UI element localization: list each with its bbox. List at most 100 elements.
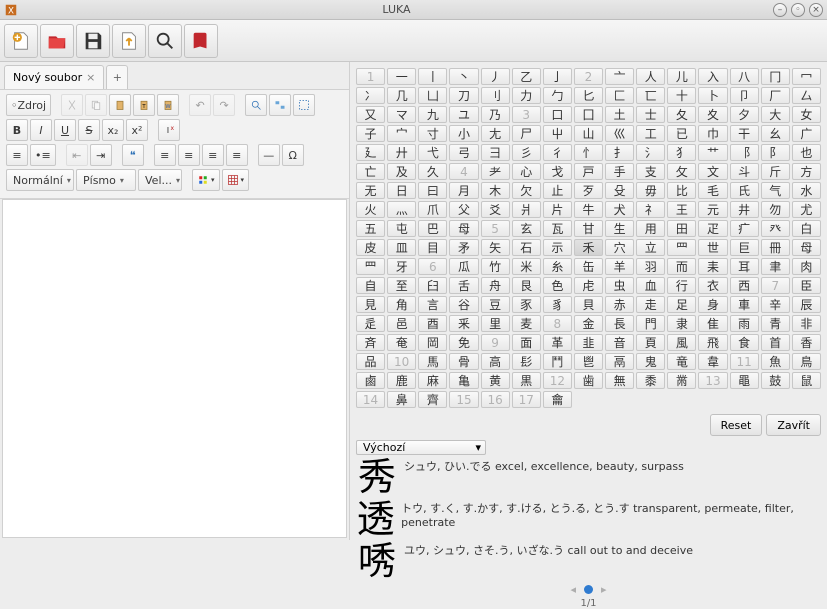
radical-cell[interactable]: 豆 <box>481 296 510 313</box>
radical-cell[interactable]: 广 <box>792 125 821 142</box>
radical-cell[interactable]: 雨 <box>730 315 759 332</box>
stroke-count-cell[interactable]: 1 <box>356 68 385 85</box>
radical-cell[interactable]: 車 <box>730 296 759 313</box>
radical-cell[interactable]: 頁 <box>636 334 665 351</box>
radical-cell[interactable]: 子 <box>356 125 385 142</box>
search-button[interactable] <box>148 24 182 58</box>
radical-cell[interactable]: 革 <box>543 334 572 351</box>
radical-cell[interactable]: 足 <box>667 296 696 313</box>
radical-cell[interactable]: 气 <box>761 182 790 199</box>
radical-cell[interactable]: 丶 <box>449 68 478 85</box>
radical-cell[interactable]: 石 <box>512 239 541 256</box>
radical-cell[interactable]: ⺣ <box>387 201 416 218</box>
remove-format-button[interactable]: Ix <box>158 119 180 141</box>
radical-cell[interactable]: ⺾ <box>698 144 727 161</box>
radical-cell[interactable]: 里 <box>481 315 510 332</box>
font-dropdown[interactable]: Písmo▾ <box>76 169 136 191</box>
maximize-button[interactable]: ◦ <box>791 3 805 17</box>
radical-cell[interactable]: 冊 <box>761 239 790 256</box>
radical-cell[interactable]: 歹 <box>574 182 603 199</box>
radical-cell[interactable]: 廾 <box>387 144 416 161</box>
radical-cell[interactable]: 彳 <box>543 144 572 161</box>
radical-cell[interactable]: 穴 <box>605 239 634 256</box>
radical-cell[interactable]: 虫 <box>605 277 634 294</box>
ol-button[interactable]: ≡ <box>6 144 28 166</box>
table-button[interactable]: ▾ <box>222 169 250 191</box>
radical-cell[interactable]: 弓 <box>449 144 478 161</box>
radical-cell[interactable]: 月 <box>449 182 478 199</box>
radical-cell[interactable]: 屮 <box>543 125 572 142</box>
radical-cell[interactable]: 尸 <box>512 125 541 142</box>
radical-cell[interactable]: 臼 <box>418 277 447 294</box>
radical-cell[interactable]: 辰 <box>792 296 821 313</box>
radical-cell[interactable]: 虍 <box>574 277 603 294</box>
radical-cell[interactable]: 黄 <box>481 372 510 389</box>
radical-cell[interactable]: 夊 <box>698 106 727 123</box>
radical-cell[interactable]: 高 <box>481 353 510 370</box>
radical-cell[interactable]: 疋 <box>698 220 727 237</box>
radical-cell[interactable]: 久 <box>418 163 447 180</box>
stroke-count-cell[interactable]: 15 <box>449 391 478 408</box>
stroke-count-cell[interactable]: 8 <box>543 315 572 332</box>
radical-cell[interactable]: 矢 <box>481 239 510 256</box>
paste-text-button[interactable]: T <box>133 94 155 116</box>
radical-cell[interactable]: 癶 <box>761 220 790 237</box>
editor-canvas[interactable] <box>2 199 347 538</box>
radical-cell[interactable]: 亀 <box>449 372 478 389</box>
radical-cell[interactable]: 走 <box>636 296 665 313</box>
radical-cell[interactable]: 幺 <box>761 125 790 142</box>
radical-cell[interactable]: 聿 <box>761 258 790 275</box>
radical-cell[interactable]: 片 <box>543 201 572 218</box>
radical-cell[interactable]: 示 <box>543 239 572 256</box>
radical-cell[interactable]: 歯 <box>574 372 603 389</box>
radical-cell[interactable]: 斗 <box>730 163 759 180</box>
radical-cell[interactable]: 酉 <box>418 315 447 332</box>
radical-cell[interactable]: ⻖ <box>761 144 790 161</box>
radical-cell[interactable]: 生 <box>605 220 634 237</box>
minimize-button[interactable]: – <box>773 3 787 17</box>
radical-cell[interactable]: 比 <box>667 182 696 199</box>
radical-cell[interactable]: 夂 <box>667 106 696 123</box>
result-item[interactable]: 透トウ, す.く, す.かす, す.ける, とう.る, とう.す transpa… <box>356 499 821 539</box>
special-char-button[interactable]: Ω <box>282 144 304 166</box>
radical-cell[interactable]: 爻 <box>481 201 510 218</box>
radical-cell[interactable]: 非 <box>792 315 821 332</box>
radical-cell[interactable]: 人 <box>636 68 665 85</box>
radical-cell[interactable]: 行 <box>667 277 696 294</box>
radical-cell[interactable]: 勿 <box>761 201 790 218</box>
radical-cell[interactable]: 攵 <box>667 163 696 180</box>
radical-cell[interactable]: 八 <box>730 68 759 85</box>
radical-cell[interactable]: 廴 <box>356 144 385 161</box>
radical-cell[interactable]: 亅 <box>543 68 572 85</box>
radical-cell[interactable]: 井 <box>730 201 759 218</box>
radical-cell[interactable]: 毋 <box>636 182 665 199</box>
radical-cell[interactable]: 魚 <box>761 353 790 370</box>
stroke-count-cell[interactable]: 6 <box>418 258 447 275</box>
radical-cell[interactable]: 禾 <box>574 239 603 256</box>
stroke-count-cell[interactable]: 12 <box>543 372 572 389</box>
radical-cell[interactable]: 飛 <box>698 334 727 351</box>
superscript-button[interactable]: x² <box>126 119 148 141</box>
radical-cell[interactable]: 戈 <box>543 163 572 180</box>
radical-cell[interactable]: 山 <box>574 125 603 142</box>
open-file-button[interactable] <box>40 24 74 58</box>
radical-cell[interactable]: 土 <box>605 106 634 123</box>
radical-cell[interactable]: ⺨ <box>667 144 696 161</box>
radical-cell[interactable]: 耒 <box>698 258 727 275</box>
radical-cell[interactable]: 丨 <box>418 68 447 85</box>
radical-cell[interactable]: 甘 <box>574 220 603 237</box>
radical-cell[interactable]: 卩 <box>730 87 759 104</box>
ul-button[interactable]: •≡ <box>30 144 56 166</box>
radical-cell[interactable]: 牙 <box>387 258 416 275</box>
radical-cell[interactable]: 鳥 <box>792 353 821 370</box>
radical-cell[interactable]: 巨 <box>730 239 759 256</box>
document-tab[interactable]: Nový soubor × <box>4 65 104 89</box>
radical-cell[interactable]: 冂 <box>761 68 790 85</box>
radical-cell[interactable]: 缶 <box>574 258 603 275</box>
export-button[interactable] <box>112 24 146 58</box>
radical-cell[interactable]: 鼠 <box>792 372 821 389</box>
radical-cell[interactable]: 玄 <box>512 220 541 237</box>
radical-cell[interactable]: 豸 <box>543 296 572 313</box>
stroke-count-cell[interactable]: 3 <box>512 106 541 123</box>
radical-cell[interactable]: ⺹ <box>481 163 510 180</box>
